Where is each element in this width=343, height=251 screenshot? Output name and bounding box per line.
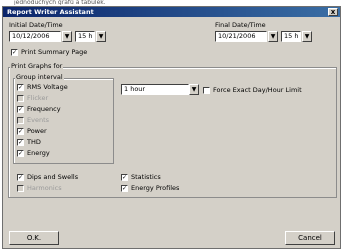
title-bar: Report Writer Assistant x <box>3 7 340 17</box>
cancel-button[interactable]: Cancel <box>285 231 335 245</box>
rms-voltage-checkbox[interactable]: ✓ RMS Voltage <box>17 83 68 91</box>
frequency-label: Frequency <box>27 105 61 113</box>
energy-profiles-label: Energy Profiles <box>131 184 180 192</box>
power-label: Power <box>27 127 47 135</box>
initial-date-field[interactable]: 10/12/2006 <box>9 31 61 42</box>
print-summary-checkbox[interactable]: ✓ Print Summary Page <box>11 48 87 56</box>
statistics-checkbox[interactable]: ✓ Statistics <box>121 173 161 181</box>
ok-button[interactable]: O.K. <box>9 231 59 245</box>
final-hour-dropdown-icon[interactable]: ▼ <box>302 31 312 42</box>
checkbox-empty-icon <box>17 116 24 124</box>
flicker-label: Flicker <box>27 94 49 102</box>
energy-checkbox[interactable]: ✓ Energy <box>17 149 50 157</box>
checkbox-check-icon: ✓ <box>121 184 128 192</box>
checkbox-check-icon: ✓ <box>17 173 24 181</box>
events-checkbox[interactable]: Events <box>17 116 49 124</box>
force-exact-limit-checkbox[interactable]: Force Exact Day/Hour Limit <box>203 86 302 94</box>
initial-hour-field[interactable]: 15 h <box>75 31 95 42</box>
dips-swells-checkbox[interactable]: ✓ Dips and Swells <box>17 173 78 181</box>
close-button[interactable]: x <box>328 8 338 16</box>
thd-checkbox[interactable]: ✓ THD <box>17 138 41 146</box>
dips-swells-label: Dips and Swells <box>27 173 79 181</box>
final-date-dropdown-icon[interactable]: ▼ <box>268 31 278 42</box>
frequency-checkbox[interactable]: ✓ Frequency <box>17 105 61 113</box>
interval-select[interactable]: 1 hour <box>121 84 189 95</box>
harmonics-checkbox[interactable]: Harmonics <box>17 184 62 192</box>
final-hour-field[interactable]: 15 h <box>281 31 301 42</box>
initial-date-dropdown-icon[interactable]: ▼ <box>62 31 72 42</box>
checkbox-check-icon: ✓ <box>17 105 24 113</box>
report-writer-dialog: Report Writer Assistant x Initial Date/T… <box>2 6 341 249</box>
force-exact-limit-label: Force Exact Day/Hour Limit <box>213 86 302 94</box>
energy-profiles-checkbox[interactable]: ✓ Energy Profiles <box>121 184 179 192</box>
checkbox-check-icon: ✓ <box>17 138 24 146</box>
print-graphs-label: Print Graphs for <box>10 62 64 70</box>
events-label: Events <box>27 116 50 124</box>
harmonics-label: Harmonics <box>27 184 62 192</box>
energy-label: Energy <box>27 149 50 157</box>
print-summary-label: Print Summary Page <box>21 48 88 56</box>
thd-label: THD <box>27 138 41 146</box>
final-datetime-label: Final Date/Time <box>215 21 266 29</box>
checkbox-check-icon: ✓ <box>17 127 24 135</box>
checkbox-empty-icon <box>203 86 210 94</box>
power-checkbox[interactable]: ✓ Power <box>17 127 47 135</box>
rms-voltage-label: RMS Voltage <box>27 83 68 91</box>
flicker-checkbox[interactable]: Flicker <box>17 94 48 102</box>
checkbox-empty-icon <box>17 184 24 192</box>
page-caption: jednoduchých grafů a tabulek. <box>14 0 106 5</box>
checkbox-check-icon: ✓ <box>17 149 24 157</box>
initial-hour-dropdown-icon[interactable]: ▼ <box>96 31 106 42</box>
checkbox-check-icon: ✓ <box>11 48 18 56</box>
checkbox-check-icon: ✓ <box>17 83 24 91</box>
group-interval-label: Group interval <box>15 73 64 81</box>
checkbox-check-icon: ✓ <box>121 173 128 181</box>
interval-dropdown-icon[interactable]: ▼ <box>189 84 199 95</box>
checkbox-empty-icon <box>17 94 24 102</box>
initial-datetime-label: Initial Date/Time <box>9 21 63 29</box>
final-date-field[interactable]: 10/21/2006 <box>215 31 267 42</box>
dialog-title: Report Writer Assistant <box>7 8 94 16</box>
statistics-label: Statistics <box>131 173 161 181</box>
